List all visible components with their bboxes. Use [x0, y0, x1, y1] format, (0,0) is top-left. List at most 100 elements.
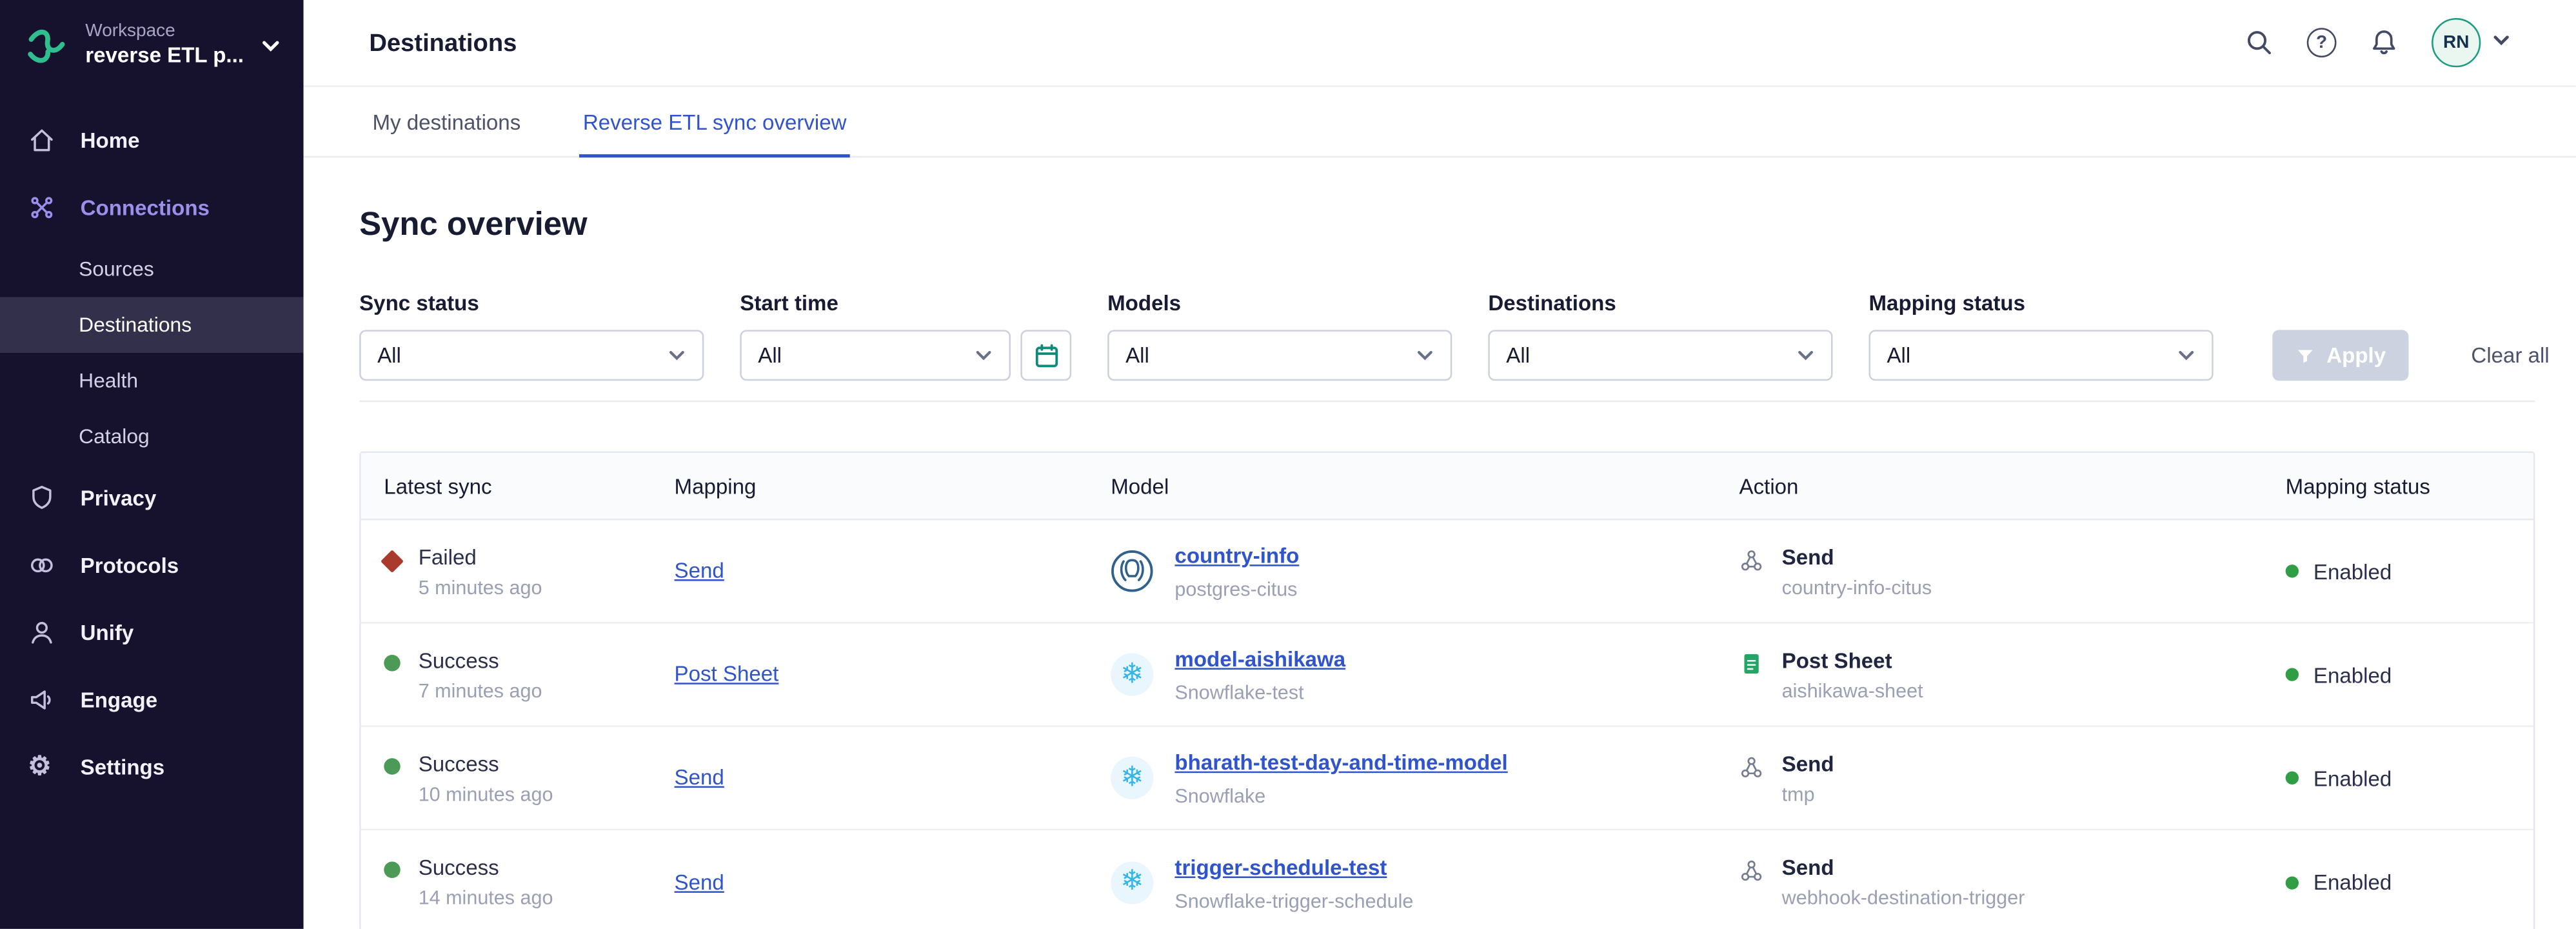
- workspace-label: Workspace: [85, 20, 244, 43]
- snowflake-glyph: [1120, 866, 1144, 897]
- search-icon[interactable]: [2244, 28, 2274, 57]
- apply-button[interactable]: Apply: [2272, 330, 2408, 381]
- sidebar-item-destinations[interactable]: Destinations: [0, 297, 304, 353]
- filter-models: Models All: [1107, 290, 1452, 381]
- action-cell: Send webhook-destination-trigger: [1723, 855, 2269, 909]
- mapping-status-text: Enabled: [2313, 870, 2392, 894]
- mapping-status-cell: Enabled: [2269, 766, 2533, 790]
- protocols-icon: [28, 552, 57, 579]
- avatar: RN: [2432, 18, 2481, 67]
- calendar-icon: [1033, 342, 1059, 368]
- sidebar-item-sources[interactable]: Sources: [0, 241, 304, 297]
- snowflake-icon: [1111, 861, 1153, 903]
- sync-status-text: Failed: [419, 544, 542, 568]
- sync-status-select[interactable]: All: [359, 330, 704, 381]
- chevron-down-icon: [2177, 346, 2195, 365]
- tabs: My destinations Reverse ETL sync overvie…: [304, 87, 2576, 157]
- mapping-status-cell: Enabled: [2269, 559, 2533, 583]
- calendar-button[interactable]: [1020, 330, 1071, 381]
- sheet-icon: [1739, 651, 1764, 675]
- destinations-select[interactable]: All: [1488, 330, 1832, 381]
- action-sub: tmp: [1782, 782, 1834, 805]
- workspace-switcher[interactable]: Workspace reverse ETL p...: [0, 0, 304, 94]
- models-select[interactable]: All: [1107, 330, 1452, 381]
- clear-all-link[interactable]: Clear all: [2471, 343, 2549, 368]
- start-time-select[interactable]: All: [740, 330, 1011, 381]
- latest-sync-cell: Success 10 minutes ago: [361, 751, 658, 805]
- subnav-label: Catalog: [79, 425, 150, 448]
- filter-sync-status: Sync status All: [359, 290, 704, 381]
- column-header-mapping: Mapping: [658, 474, 1095, 498]
- sidebar-item-home[interactable]: Home: [0, 107, 304, 174]
- model-cell: bharath-test-day-and-time-model Snowflak…: [1095, 748, 1723, 808]
- notifications-bell-icon[interactable]: [2369, 28, 2399, 57]
- subnav-label: Sources: [79, 258, 154, 281]
- latest-sync-cell: Success 14 minutes ago: [361, 855, 658, 909]
- sidebar-item-protocols[interactable]: Protocols: [0, 532, 304, 599]
- mapping-status-select[interactable]: All: [1869, 330, 2214, 381]
- model-link[interactable]: model-aishikawa: [1174, 646, 1345, 671]
- sync-status-text: Success: [419, 855, 553, 879]
- sidebar-item-catalog[interactable]: Catalog: [0, 409, 304, 464]
- filter-start-time: Start time All: [740, 290, 1071, 381]
- filter-label: Destinations: [1488, 290, 1832, 315]
- table-row: Failed 5 minutes ago Send: [361, 520, 2533, 623]
- mapping-link[interactable]: Send: [675, 869, 724, 894]
- action-cell: Post Sheet aishikawa-sheet: [1723, 648, 2269, 702]
- mapping-link[interactable]: Send: [675, 764, 724, 789]
- subnav-label: Destinations: [79, 314, 192, 337]
- action-sub: country-info-citus: [1782, 575, 1932, 599]
- mapping-cell: Send: [658, 867, 1095, 897]
- snowflake-icon: [1111, 653, 1153, 695]
- action-title: Send: [1782, 544, 1932, 568]
- enabled-dot-icon: [2286, 564, 2299, 577]
- model-sub: Snowflake: [1174, 784, 1507, 808]
- tab-reverse-etl-sync-overview[interactable]: Reverse ETL sync overview: [580, 87, 850, 157]
- postgres-icon: [1111, 550, 1153, 592]
- model-link[interactable]: trigger-schedule-test: [1174, 854, 1387, 879]
- mapping-status-text: Enabled: [2313, 662, 2392, 686]
- sync-time: 7 minutes ago: [419, 679, 542, 702]
- topbar-actions: RN: [2244, 18, 2510, 67]
- app-root: Workspace reverse ETL p... Home Connecti…: [0, 0, 2576, 929]
- chevron-down-icon: [668, 346, 686, 365]
- action-cell: Send country-info-citus: [1723, 544, 2269, 598]
- filter-label: Start time: [740, 290, 1071, 315]
- sidebar-item-privacy[interactable]: Privacy: [0, 464, 304, 532]
- snowflake-glyph: [1120, 659, 1144, 690]
- apply-label: Apply: [2326, 343, 2386, 368]
- mapping-link[interactable]: Send: [675, 558, 724, 583]
- mapping-status-text: Enabled: [2313, 559, 2392, 583]
- question-mark-glyph: [2307, 28, 2337, 57]
- select-value: All: [1506, 343, 1530, 368]
- latest-sync-cell: Failed 5 minutes ago: [361, 544, 658, 598]
- select-value: All: [1125, 343, 1149, 368]
- sidebar-item-health[interactable]: Health: [0, 353, 304, 408]
- mapping-status-cell: Enabled: [2269, 662, 2533, 686]
- column-header-action: Action: [1723, 474, 2269, 498]
- user-menu[interactable]: RN: [2432, 18, 2510, 67]
- sidebar-item-engage[interactable]: Engage: [0, 666, 304, 734]
- sync-time: 14 minutes ago: [419, 886, 553, 910]
- chevron-down-icon: [2492, 28, 2510, 57]
- help-icon[interactable]: [2307, 28, 2337, 57]
- sidebar-item-label: Protocols: [81, 554, 179, 578]
- sidebar-item-unify[interactable]: Unify: [0, 599, 304, 666]
- sidebar-item-connections[interactable]: Connections: [0, 174, 304, 241]
- mapping-link[interactable]: Post Sheet: [675, 661, 779, 686]
- mapping-cell: Send: [658, 556, 1095, 586]
- action-title: Post Sheet: [1782, 648, 1923, 672]
- action-title: Send: [1782, 855, 2025, 879]
- column-header-mapping-status: Mapping status: [2269, 474, 2533, 498]
- filter-label: Sync status: [359, 290, 704, 315]
- person-icon: [28, 619, 57, 647]
- sidebar-item-settings[interactable]: Settings: [0, 734, 304, 801]
- select-value: All: [377, 343, 401, 368]
- chevron-down-icon: [261, 35, 281, 55]
- model-link[interactable]: country-info: [1174, 543, 1299, 568]
- chevron-down-icon: [1797, 346, 1815, 365]
- webhook-icon: [1739, 858, 1764, 883]
- tab-my-destinations[interactable]: My destinations: [369, 87, 524, 157]
- snowflake-glyph: [1120, 763, 1144, 794]
- model-link[interactable]: bharath-test-day-and-time-model: [1174, 750, 1507, 775]
